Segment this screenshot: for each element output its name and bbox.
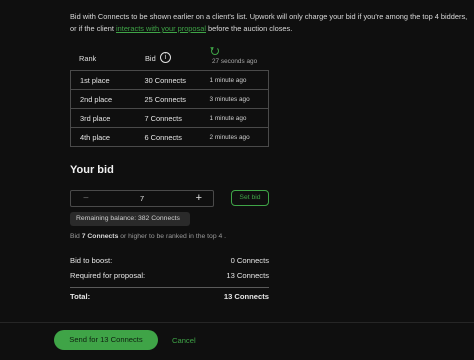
remaining-balance-badge: Remaining balance: 382 Connects: [70, 212, 190, 226]
rank-cell: 3rd place: [70, 108, 138, 128]
time-cell: 1 minute ago: [202, 70, 269, 90]
your-bid-heading: Your bid: [70, 164, 114, 176]
info-icon[interactable]: i: [160, 52, 171, 63]
summary-divider: [70, 287, 269, 288]
set-bid-button[interactable]: Set bid: [231, 190, 269, 206]
required-value: 13 Connects: [226, 271, 269, 280]
table-row: 1st place 30 Connects 1 minute ago: [70, 70, 269, 90]
table-row: 3rd place 7 Connects 1 minute ago: [70, 108, 269, 128]
bid-header: Bid: [145, 54, 156, 63]
description-text-end: before the auction closes.: [205, 24, 293, 33]
total-value: 13 Connects: [223, 292, 269, 301]
total-label: Total:: [70, 292, 91, 301]
cancel-link[interactable]: Cancel: [172, 336, 196, 345]
refresh-icon[interactable]: [211, 47, 219, 55]
boost-row: Bid to boost: 0 Connects: [70, 256, 269, 265]
table-row: 4th place 6 Connects 2 minutes ago: [70, 127, 269, 147]
top-bids-table: 1st place 30 Connects 1 minute ago 2nd p…: [70, 70, 269, 147]
bid-cell: 7 Connects: [137, 108, 203, 128]
total-row: Total: 13 Connects: [70, 292, 269, 301]
hint-bold: 7 Connects: [81, 233, 119, 240]
bid-cell: 6 Connects: [137, 127, 203, 147]
time-cell: 3 minutes ago: [202, 89, 269, 109]
increment-button[interactable]: +: [196, 191, 202, 205]
rank-header: Rank: [79, 54, 97, 63]
table-row: 2nd place 25 Connects 3 minutes ago: [70, 89, 269, 109]
rank-cell: 2nd place: [70, 89, 138, 109]
bid-cell: 25 Connects: [137, 89, 203, 109]
boost-description: Bid with Connects to be shown earlier on…: [70, 11, 470, 35]
bid-value[interactable]: 7: [71, 194, 213, 203]
required-label: Required for proposal:: [70, 271, 146, 280]
rank-cell: 4th place: [70, 127, 138, 147]
time-cell: 2 minutes ago: [202, 127, 269, 147]
bid-hint: Bid 7 Connects or higher to be ranked in…: [70, 233, 226, 240]
boost-label: Bid to boost:: [70, 256, 113, 265]
required-row: Required for proposal: 13 Connects: [70, 271, 269, 280]
bid-stepper[interactable]: − 7 +: [70, 190, 214, 207]
footer-divider: [0, 322, 474, 323]
hint-suffix: or higher to be ranked in the top 4 .: [118, 233, 227, 240]
boost-value: 0 Connects: [230, 256, 269, 265]
bid-cell: 30 Connects: [137, 70, 203, 90]
updated-timestamp: 27 seconds ago: [212, 58, 258, 65]
send-button[interactable]: Send for 13 Connects: [54, 330, 158, 350]
hint-prefix: Bid: [70, 233, 82, 240]
time-cell: 1 minute ago: [202, 108, 269, 128]
rank-cell: 1st place: [70, 70, 138, 90]
interacts-link[interactable]: interacts with your proposal: [116, 24, 206, 33]
